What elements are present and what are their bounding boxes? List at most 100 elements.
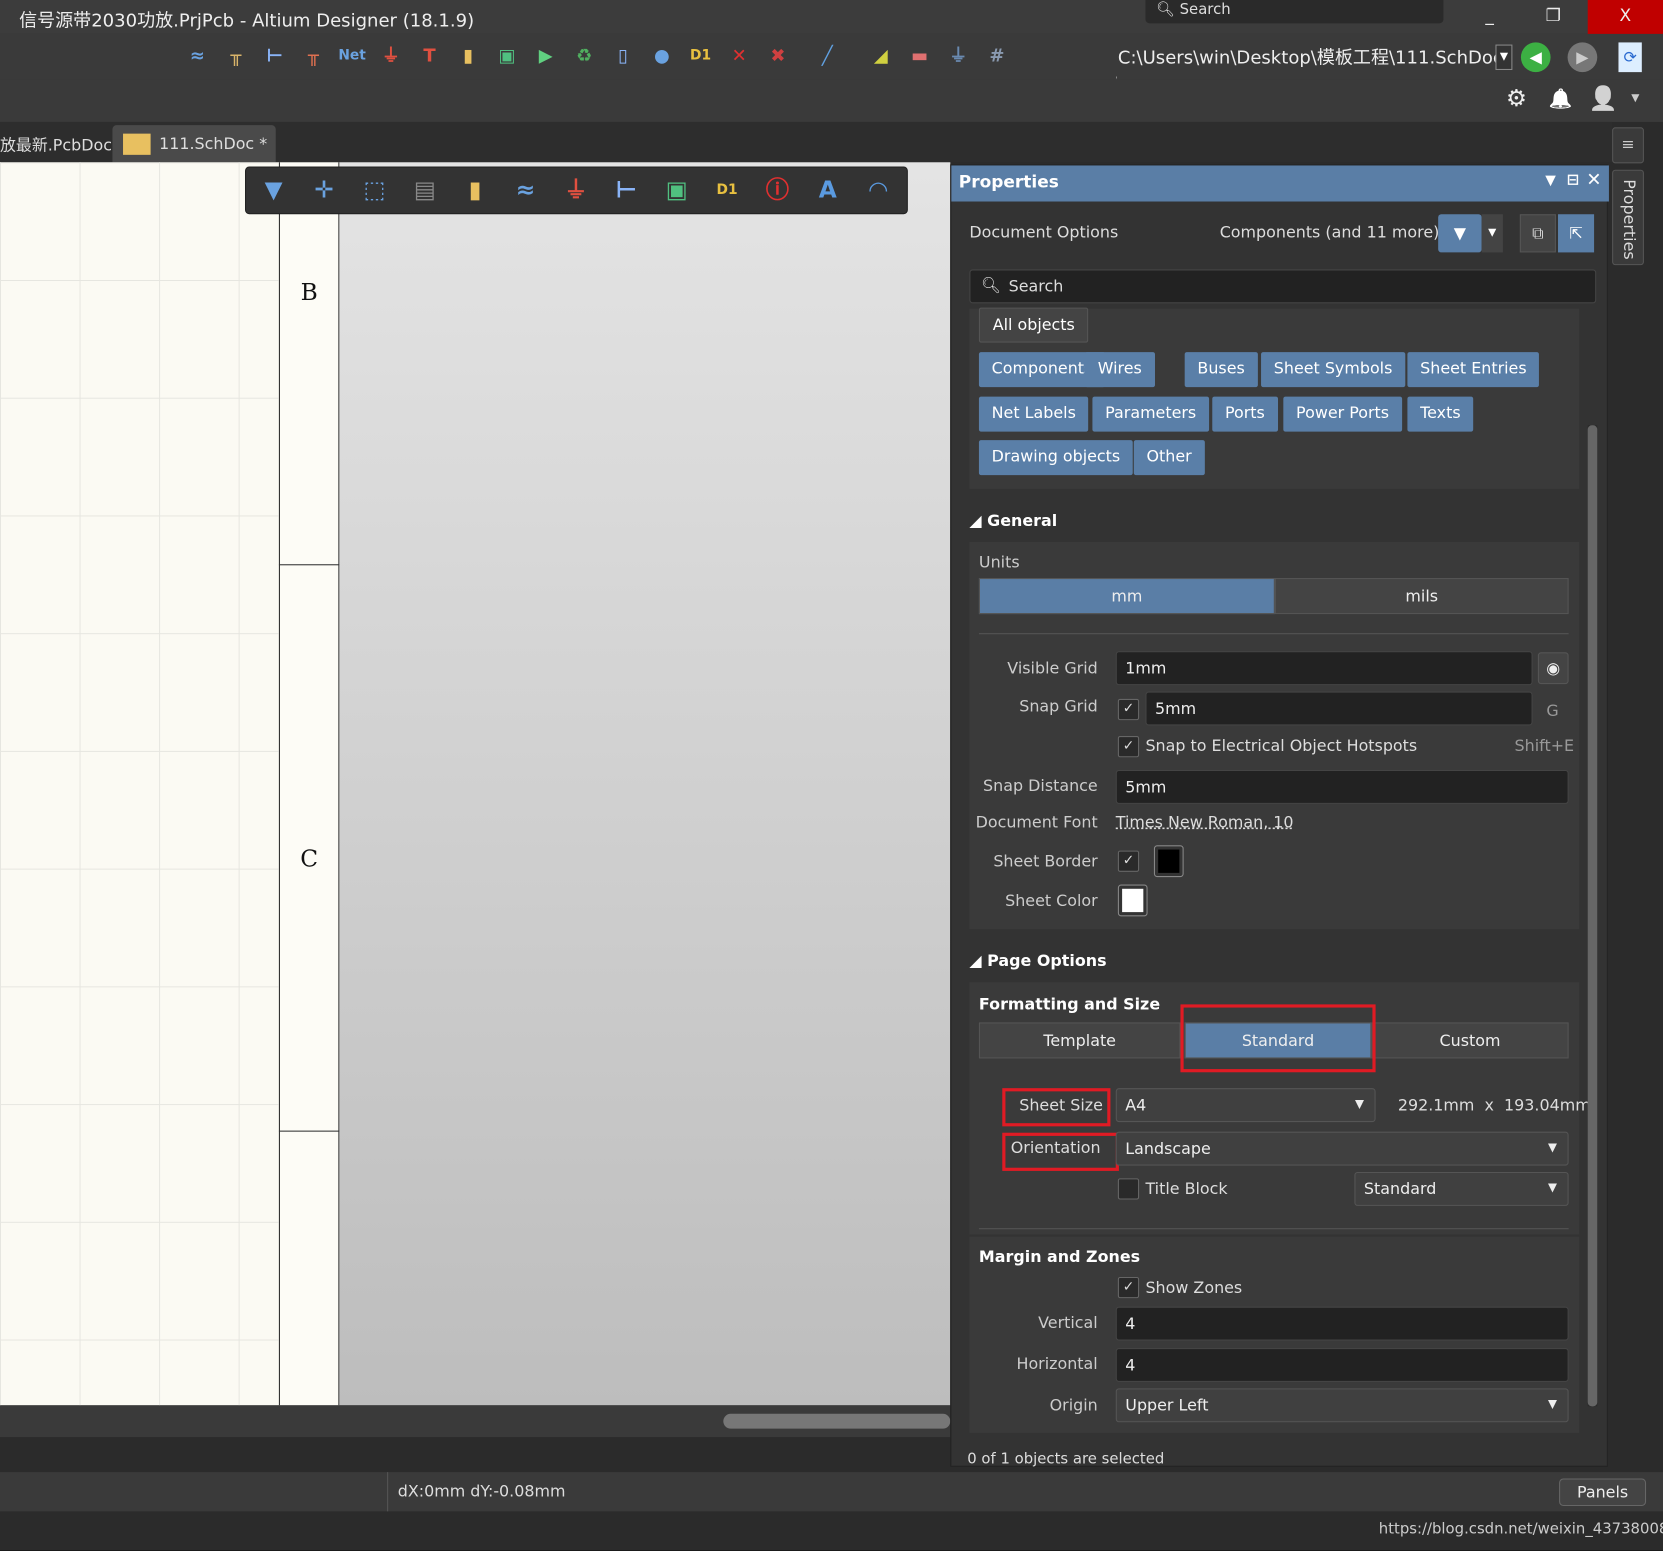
power-object-icon[interactable]: ⏚ <box>943 41 973 71</box>
harness-icon[interactable]: ╥ <box>221 41 251 71</box>
schematic-canvas[interactable] <box>0 162 279 1406</box>
global-search[interactable]: 🔍︎ Search <box>1145 0 1444 24</box>
filter-sheet-entries[interactable]: Sheet Entries <box>1407 352 1540 388</box>
restore-button[interactable]: ❐ <box>1529 0 1577 34</box>
filter-buses[interactable]: Buses <box>1184 352 1258 388</box>
drawing-tools-icon[interactable]: ◢ <box>866 41 896 71</box>
device-sheet-icon[interactable]: ♻ <box>570 41 600 71</box>
filter-net-labels[interactable]: Net Labels <box>978 396 1089 432</box>
properties-side-tab[interactable]: Properties <box>1612 169 1644 266</box>
offsheet-icon[interactable]: ● <box>647 41 677 71</box>
bus-entry-icon[interactable]: ≈ <box>182 41 212 71</box>
sheet-symbol-icon[interactable]: ▣ <box>492 41 522 71</box>
title-block-checkbox[interactable] <box>1117 1178 1140 1200</box>
snap-hotspots-checkbox[interactable]: ✓ <box>1117 736 1140 758</box>
wire-icon[interactable]: ≈ <box>511 176 541 206</box>
forward-icon[interactable]: ▶ <box>1567 42 1598 73</box>
signal-harness-icon[interactable]: ╥ <box>299 41 329 71</box>
filter-ports[interactable]: Ports <box>1212 396 1278 432</box>
grid-icon[interactable]: # <box>982 41 1012 71</box>
sheet-color-swatch[interactable] <box>1117 884 1148 917</box>
pin-icon[interactable]: ⊟ <box>1567 172 1579 189</box>
filter-parameters[interactable]: Parameters <box>1092 396 1209 432</box>
close-button[interactable]: X <box>1587 0 1663 34</box>
eye-icon[interactable]: ◉ <box>1537 652 1569 685</box>
horizontal-scroll-thumb[interactable] <box>723 1413 951 1429</box>
power-port-icon[interactable]: ⏚ <box>561 176 591 206</box>
general-heading[interactable]: ◢ General <box>969 511 1057 530</box>
origin-select[interactable]: Upper Left ▼ <box>1115 1388 1569 1423</box>
directive-icon[interactable]: ⓘ <box>763 176 793 206</box>
sheet-entry-icon[interactable]: ▶ <box>531 41 561 71</box>
settings-icon[interactable]: ⚙ <box>1506 86 1527 113</box>
minimize-button[interactable]: _ <box>1466 0 1514 34</box>
port-icon[interactable]: D1 <box>712 176 742 206</box>
gnd-power-port-icon[interactable]: ⏚ <box>376 41 406 71</box>
bus-icon[interactable]: ⊢ <box>611 176 641 206</box>
align-icon[interactable]: ▤ <box>410 176 440 206</box>
bus-icon[interactable]: ⊢ <box>260 41 290 71</box>
filter-other[interactable]: Other <box>1133 440 1205 476</box>
show-zones-checkbox[interactable]: ✓ <box>1117 1276 1140 1299</box>
filter-sheet-symbols[interactable]: Sheet Symbols <box>1261 352 1406 388</box>
pick-object-icon[interactable]: ⇱ <box>1558 214 1595 253</box>
select-objects-icon[interactable]: ⧉ <box>1519 214 1556 253</box>
visible-grid-input[interactable]: 1mm <box>1115 651 1533 686</box>
select-area-icon[interactable]: ⬚ <box>360 176 390 206</box>
units-mils[interactable]: mils <box>1274 578 1569 615</box>
tab-pcbdoc[interactable]: 放最新.PcbDoc <box>0 125 120 162</box>
filter-dropdown-icon[interactable]: ▼ <box>1481 214 1503 253</box>
document-font-link[interactable]: Times New Roman, 10 <box>1116 812 1294 831</box>
user-dropdown-icon[interactable]: ▼ <box>1631 92 1639 104</box>
snap-distance-input[interactable]: 5mm <box>1115 769 1569 804</box>
sheet-size-select[interactable]: A4 ▼ <box>1115 1088 1376 1123</box>
document-path[interactable]: C:\Users\win\Desktop\模板工程\111.SchDoc <box>1118 42 1503 69</box>
snap-grid-input[interactable]: 5mm <box>1145 691 1533 726</box>
horizontal-input[interactable]: 4 <box>1115 1348 1569 1382</box>
sheet-border-color[interactable] <box>1153 845 1184 878</box>
filter-drawing-objects[interactable]: Drawing objects <box>978 440 1133 476</box>
sheet-symbol-icon[interactable]: ▣ <box>662 176 692 206</box>
panel-scroll-thumb[interactable] <box>1587 425 1598 1407</box>
compile-mask-icon[interactable]: ✖ <box>763 41 793 71</box>
part-icon[interactable]: ▮ <box>453 41 483 71</box>
panel-search-input[interactable]: 🔍︎ Search <box>969 269 1597 304</box>
back-icon[interactable]: ◀ <box>1520 42 1551 73</box>
close-panel-icon[interactable]: ✕ <box>1586 170 1601 191</box>
port-icon[interactable]: ▯ <box>608 41 638 71</box>
user-icon[interactable]: 👤 <box>1589 86 1618 113</box>
title-block-select[interactable]: Standard ▼ <box>1354 1171 1569 1206</box>
line-icon[interactable]: ╱ <box>812 41 842 71</box>
panel-menu-icon[interactable]: ▼ <box>1545 173 1556 189</box>
canvas-workspace[interactable] <box>339 162 951 1406</box>
orientation-select[interactable]: Landscape ▼ <box>1115 1131 1569 1166</box>
filter-power-ports[interactable]: Power Ports <box>1283 396 1402 432</box>
refresh-icon[interactable]: ⟳ <box>1618 42 1642 73</box>
panels-button[interactable]: Panels <box>1559 1478 1647 1507</box>
page-options-heading[interactable]: ◢ Page Options <box>969 951 1106 970</box>
filter-wires[interactable]: Wires <box>1084 352 1155 388</box>
snap-grid-checkbox[interactable]: ✓ <box>1117 698 1140 721</box>
align-icon[interactable]: ▬ <box>905 41 935 71</box>
side-panel-icon[interactable]: ≡ <box>1612 127 1644 164</box>
units-mm[interactable]: mm <box>978 578 1275 615</box>
mode-template[interactable]: Template <box>978 1022 1181 1059</box>
part-icon[interactable]: ▮ <box>460 176 490 206</box>
net-label-icon[interactable]: Net <box>337 41 367 71</box>
filter-icon[interactable]: ▼ <box>259 176 289 206</box>
mode-custom[interactable]: Custom <box>1371 1022 1569 1059</box>
no-erc-icon[interactable]: ✕ <box>724 41 754 71</box>
filter-icon[interactable]: ▼ <box>1438 214 1482 253</box>
all-objects-button[interactable]: All objects <box>978 307 1089 343</box>
panel-scrollbar[interactable] <box>1587 425 1598 1407</box>
text-icon[interactable]: A <box>813 176 843 206</box>
arc-icon[interactable]: ◠ <box>863 176 893 206</box>
designator-icon[interactable]: D1 <box>686 41 716 71</box>
vcc-power-port-icon[interactable]: T <box>415 41 445 71</box>
notifications-icon[interactable]: 🔔 <box>1548 88 1572 110</box>
tab-schdoc[interactable]: 111.SchDoc * <box>112 125 276 163</box>
filter-texts[interactable]: Texts <box>1407 396 1474 432</box>
vertical-input[interactable]: 4 <box>1115 1306 1569 1341</box>
sheet-border-checkbox[interactable]: ✓ <box>1117 850 1140 872</box>
path-dropdown-icon[interactable]: ▼ <box>1495 44 1513 70</box>
